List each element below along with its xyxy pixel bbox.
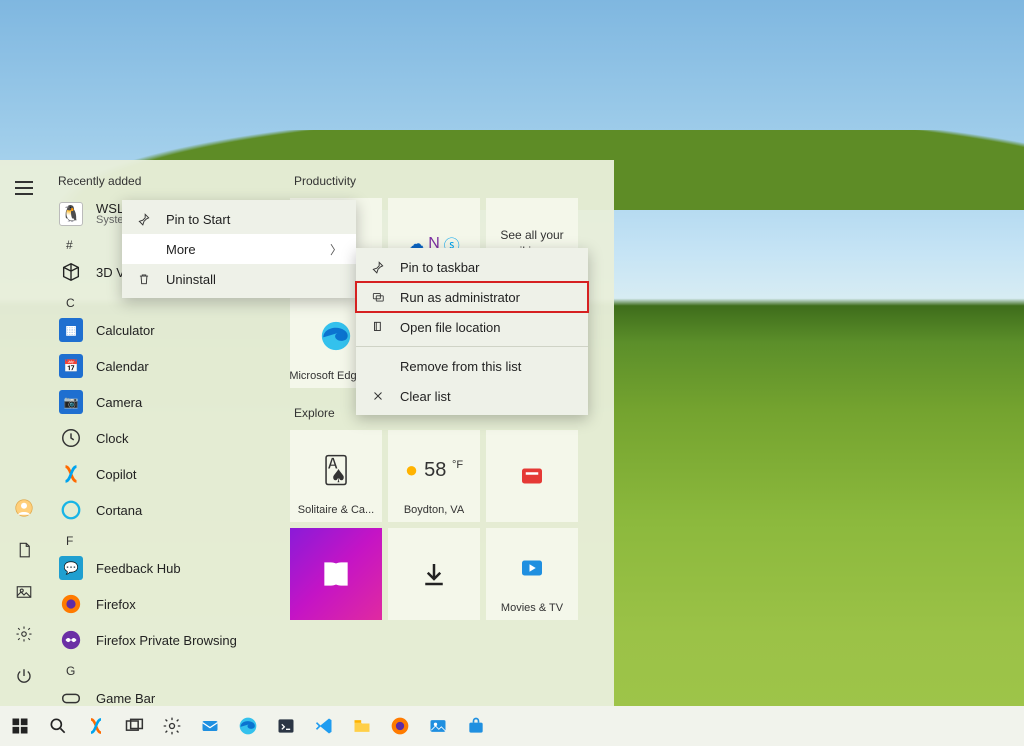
- app-label: Copilot: [96, 467, 276, 482]
- pictures-button[interactable]: [6, 574, 42, 610]
- close-icon: [370, 388, 386, 404]
- taskbar-terminal[interactable]: [270, 710, 302, 742]
- context-submenu: Pin to taskbar Run as administrator Open…: [356, 248, 588, 415]
- tile-weather[interactable]: ●58 °F Boydton, VA: [388, 430, 480, 522]
- context-menu: Pin to Start More 〉 Uninstall: [122, 200, 356, 298]
- app-label: Calculator: [96, 323, 276, 338]
- menu-separator: [356, 346, 588, 347]
- menu-more[interactable]: More 〉: [122, 234, 356, 264]
- taskbar-copilot[interactable]: [80, 710, 112, 742]
- taskbar-store[interactable]: [460, 710, 492, 742]
- app-firefox-private[interactable]: Firefox Private Browsing: [52, 622, 282, 658]
- menu-label: Remove from this list: [400, 359, 521, 374]
- tile-label: Boydton, VA: [404, 504, 464, 516]
- submenu-pin-taskbar[interactable]: Pin to taskbar: [356, 252, 588, 282]
- app-game-bar[interactable]: Game Bar: [52, 680, 282, 706]
- taskbar-explorer[interactable]: [346, 710, 378, 742]
- app-label: Cortana: [96, 503, 276, 518]
- app-label: Firefox: [96, 597, 276, 612]
- pin-icon: [370, 259, 386, 275]
- start-rail: [0, 160, 48, 706]
- taskbar-mail[interactable]: [194, 710, 226, 742]
- menu-pin-to-start[interactable]: Pin to Start: [122, 204, 356, 234]
- taskbar-firefox[interactable]: [384, 710, 416, 742]
- user-account-button[interactable]: [6, 490, 42, 526]
- tile-label: Solitaire & Ca...: [298, 504, 374, 516]
- tile-movies-tv[interactable]: Movies & TV: [486, 528, 578, 620]
- submenu-run-admin[interactable]: Run as administrator: [356, 282, 588, 312]
- submenu-remove-from-list[interactable]: Remove from this list: [356, 351, 588, 381]
- power-button[interactable]: [6, 658, 42, 694]
- settings-button[interactable]: [6, 616, 42, 652]
- tile-solitaire[interactable]: 🂡Solitaire & Ca...: [290, 430, 382, 522]
- app-label: Clock: [96, 431, 276, 446]
- shield-icon: [370, 289, 386, 305]
- app-camera[interactable]: 📷Camera: [52, 384, 282, 420]
- tile-download[interactable]: [388, 528, 480, 620]
- menu-label: Open file location: [400, 320, 500, 335]
- app-label: Game Bar: [96, 691, 276, 706]
- app-label: Calendar: [96, 359, 276, 374]
- app-label: Camera: [96, 395, 276, 410]
- submenu-clear-list[interactable]: Clear list: [356, 381, 588, 411]
- taskbar-settings[interactable]: [156, 710, 188, 742]
- taskbar-photos[interactable]: [422, 710, 454, 742]
- documents-button[interactable]: [6, 532, 42, 568]
- tile-label: Microsoft Edge: [289, 370, 362, 382]
- menu-label: Run as administrator: [400, 290, 520, 305]
- taskbar: [0, 706, 1024, 746]
- start-button[interactable]: [4, 710, 36, 742]
- submenu-open-file-location[interactable]: Open file location: [356, 312, 588, 342]
- app-calendar[interactable]: 📅Calendar: [52, 348, 282, 384]
- app-clock[interactable]: Clock: [52, 420, 282, 456]
- taskbar-edge[interactable]: [232, 710, 264, 742]
- menu-label: Clear list: [400, 389, 451, 404]
- tile-news[interactable]: [486, 430, 578, 522]
- letter-header-g[interactable]: G: [52, 658, 282, 680]
- app-label: Firefox Private Browsing: [96, 633, 276, 648]
- recently-added-heading: Recently added: [58, 174, 282, 188]
- menu-label: Uninstall: [166, 272, 342, 287]
- taskbar-vscode[interactable]: [308, 710, 340, 742]
- letter-header-f[interactable]: F: [52, 528, 282, 550]
- app-calculator[interactable]: ▦Calculator: [52, 312, 282, 348]
- menu-label: Pin to taskbar: [400, 260, 480, 275]
- pin-icon: [136, 211, 152, 227]
- folder-icon: [370, 319, 386, 335]
- tile-dolby[interactable]: [290, 528, 382, 620]
- app-firefox[interactable]: Firefox: [52, 586, 282, 622]
- menu-uninstall[interactable]: Uninstall: [122, 264, 356, 294]
- app-label: Feedback Hub: [96, 561, 276, 576]
- app-copilot[interactable]: Copilot: [52, 456, 282, 492]
- trash-icon: [136, 271, 152, 287]
- chevron-right-icon: 〉: [330, 241, 342, 258]
- app-cortana[interactable]: Cortana: [52, 492, 282, 528]
- taskbar-search[interactable]: [42, 710, 74, 742]
- menu-label: Pin to Start: [166, 212, 342, 227]
- app-feedback-hub[interactable]: 💬Feedback Hub: [52, 550, 282, 586]
- nav-hamburger-button[interactable]: [6, 170, 42, 206]
- tile-label: Movies & TV: [501, 602, 563, 614]
- menu-label: More: [166, 242, 316, 257]
- taskbar-taskview[interactable]: [118, 710, 150, 742]
- group-productivity-title[interactable]: Productivity: [294, 174, 604, 188]
